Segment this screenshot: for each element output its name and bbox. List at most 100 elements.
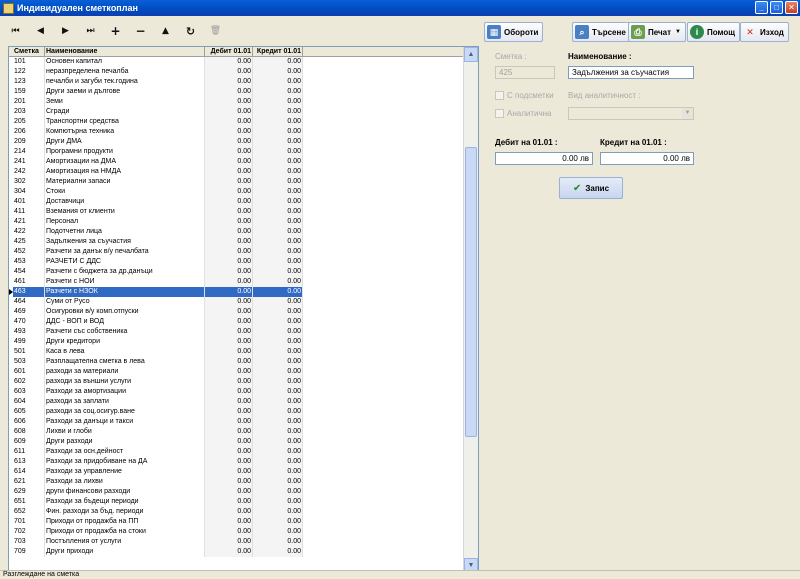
cell-debit[interactable]: 0.00 bbox=[205, 217, 253, 227]
prev-record-button[interactable]: ◀ bbox=[29, 20, 52, 42]
cell-credit[interactable]: 0.00 bbox=[253, 307, 303, 317]
cell-account[interactable]: 609 bbox=[13, 437, 45, 447]
cell-debit[interactable]: 0.00 bbox=[205, 397, 253, 407]
cell-debit[interactable]: 0.00 bbox=[205, 167, 253, 177]
cell-debit[interactable]: 0.00 bbox=[205, 347, 253, 357]
cell-credit[interactable]: 0.00 bbox=[253, 517, 303, 527]
table-row[interactable]: 242 Амортизация на НМДА 0.00 0.00 bbox=[9, 167, 464, 177]
cell-debit[interactable]: 0.00 bbox=[205, 337, 253, 347]
scroll-up-icon[interactable]: ▲ bbox=[464, 47, 478, 62]
cell-debit[interactable]: 0.00 bbox=[205, 247, 253, 257]
cell-account[interactable]: 201 bbox=[13, 97, 45, 107]
cell-account[interactable]: 101 bbox=[13, 57, 45, 67]
table-row[interactable]: 401 Доставчици 0.00 0.00 bbox=[9, 197, 464, 207]
cell-account[interactable]: 205 bbox=[13, 117, 45, 127]
table-row[interactable]: 501 Каса в лева 0.00 0.00 bbox=[9, 347, 464, 357]
table-row[interactable]: 601 разходи за материали 0.00 0.00 bbox=[9, 367, 464, 377]
cell-debit[interactable]: 0.00 bbox=[205, 447, 253, 457]
cell-credit[interactable]: 0.00 bbox=[253, 147, 303, 157]
table-row[interactable]: 621 Разходи за лихви 0.00 0.00 bbox=[9, 477, 464, 487]
cell-credit[interactable]: 0.00 bbox=[253, 127, 303, 137]
cell-name[interactable]: Суми от Русо bbox=[45, 297, 205, 307]
cell-debit[interactable]: 0.00 bbox=[205, 497, 253, 507]
edit-record-button[interactable]: ▲ bbox=[154, 20, 177, 42]
cell-debit[interactable]: 0.00 bbox=[205, 197, 253, 207]
cell-credit[interactable]: 0.00 bbox=[253, 297, 303, 307]
cell-debit[interactable]: 0.00 bbox=[205, 147, 253, 157]
cell-debit[interactable]: 0.00 bbox=[205, 387, 253, 397]
subaccounts-checkbox[interactable]: С подсметки bbox=[495, 91, 554, 100]
cell-debit[interactable]: 0.00 bbox=[205, 467, 253, 477]
add-record-button[interactable]: + bbox=[104, 20, 127, 42]
cell-credit[interactable]: 0.00 bbox=[253, 287, 303, 297]
cell-debit[interactable]: 0.00 bbox=[205, 377, 253, 387]
cell-credit[interactable]: 0.00 bbox=[253, 217, 303, 227]
cell-name[interactable]: Амортизации на ДМА bbox=[45, 157, 205, 167]
cell-account[interactable]: 614 bbox=[13, 467, 45, 477]
cell-credit[interactable]: 0.00 bbox=[253, 337, 303, 347]
cell-account[interactable]: 123 bbox=[13, 77, 45, 87]
cell-credit[interactable]: 0.00 bbox=[253, 397, 303, 407]
cell-credit[interactable]: 0.00 bbox=[253, 87, 303, 97]
table-row[interactable]: 470 ДДС - ВОП и ВОД 0.00 0.00 bbox=[9, 317, 464, 327]
scroll-thumb[interactable] bbox=[465, 147, 477, 437]
cell-name[interactable]: Компютърна техника bbox=[45, 127, 205, 137]
cell-name[interactable]: Разчети със собственика bbox=[45, 327, 205, 337]
table-row[interactable]: 122 неразпределена печалба 0.00 0.00 bbox=[9, 67, 464, 77]
cell-account[interactable]: 613 bbox=[13, 457, 45, 467]
cell-credit[interactable]: 0.00 bbox=[253, 537, 303, 547]
table-row[interactable]: 302 Материални запаси 0.00 0.00 bbox=[9, 177, 464, 187]
cell-account[interactable]: 206 bbox=[13, 127, 45, 137]
table-row[interactable]: 602 разходи за външни услуги 0.00 0.00 bbox=[9, 377, 464, 387]
cell-debit[interactable]: 0.00 bbox=[205, 487, 253, 497]
print-button[interactable]: ⎙ Печат ▼ bbox=[628, 22, 686, 42]
cell-name[interactable]: Други приходи bbox=[45, 547, 205, 557]
table-row[interactable]: 159 Други заеми и дългове 0.00 0.00 bbox=[9, 87, 464, 97]
cell-credit[interactable]: 0.00 bbox=[253, 237, 303, 247]
accounts-grid[interactable]: Сметка Наименование Дебит 01.01 Кредит 0… bbox=[8, 46, 479, 574]
cell-name[interactable]: разходи за заплати bbox=[45, 397, 205, 407]
cell-debit[interactable]: 0.00 bbox=[205, 77, 253, 87]
cell-credit[interactable]: 0.00 bbox=[253, 267, 303, 277]
cell-name[interactable]: Стоки bbox=[45, 187, 205, 197]
cell-account[interactable]: 499 bbox=[13, 337, 45, 347]
cell-credit[interactable]: 0.00 bbox=[253, 417, 303, 427]
table-row[interactable]: 452 Разчети за данък в/у печалбата 0.00 0.0… bbox=[9, 247, 464, 257]
account-field[interactable]: 425 bbox=[495, 66, 555, 79]
cell-debit[interactable]: 0.00 bbox=[205, 417, 253, 427]
table-row[interactable]: 203 Сгради 0.00 0.00 bbox=[9, 107, 464, 117]
cell-name[interactable]: Разчети за данък в/у печалбата bbox=[45, 247, 205, 257]
cell-account[interactable]: 241 bbox=[13, 157, 45, 167]
table-row[interactable]: 422 Подотчетни лица 0.00 0.00 bbox=[9, 227, 464, 237]
cell-name[interactable]: Доставчици bbox=[45, 197, 205, 207]
cell-account[interactable]: 709 bbox=[13, 547, 45, 557]
cell-debit[interactable]: 0.00 bbox=[205, 297, 253, 307]
table-row[interactable]: 608 Лихви и глоби 0.00 0.00 bbox=[9, 427, 464, 437]
cell-credit[interactable]: 0.00 bbox=[253, 107, 303, 117]
cell-account[interactable]: 651 bbox=[13, 497, 45, 507]
cell-credit[interactable]: 0.00 bbox=[253, 327, 303, 337]
cell-debit[interactable]: 0.00 bbox=[205, 187, 253, 197]
cell-name[interactable]: разходи за соц.осигур.ване bbox=[45, 407, 205, 417]
cell-account[interactable]: 629 bbox=[13, 487, 45, 497]
cell-credit[interactable]: 0.00 bbox=[253, 347, 303, 357]
cell-name[interactable]: Основен капитал bbox=[45, 57, 205, 67]
cell-debit[interactable]: 0.00 bbox=[205, 457, 253, 467]
cell-debit[interactable]: 0.00 bbox=[205, 257, 253, 267]
cell-account[interactable]: 601 bbox=[13, 367, 45, 377]
cell-account[interactable]: 453 bbox=[13, 257, 45, 267]
cell-name[interactable]: Фин. разходи за бъд. периоди bbox=[45, 507, 205, 517]
cell-name[interactable]: Разходи за придобиване на ДА bbox=[45, 457, 205, 467]
cell-name[interactable]: Сгради bbox=[45, 107, 205, 117]
first-record-button[interactable]: ⏮ bbox=[4, 20, 27, 42]
cell-credit[interactable]: 0.00 bbox=[253, 387, 303, 397]
table-row[interactable]: 201 Земи 0.00 0.00 bbox=[9, 97, 464, 107]
table-row[interactable]: 241 Амортизации на ДМА 0.00 0.00 bbox=[9, 157, 464, 167]
cell-credit[interactable]: 0.00 bbox=[253, 367, 303, 377]
column-header-name[interactable]: Наименование bbox=[45, 47, 205, 56]
cell-debit[interactable]: 0.00 bbox=[205, 527, 253, 537]
cell-debit[interactable]: 0.00 bbox=[205, 547, 253, 557]
cell-account[interactable]: 652 bbox=[13, 507, 45, 517]
cell-account[interactable]: 425 bbox=[13, 237, 45, 247]
cell-credit[interactable]: 0.00 bbox=[253, 507, 303, 517]
